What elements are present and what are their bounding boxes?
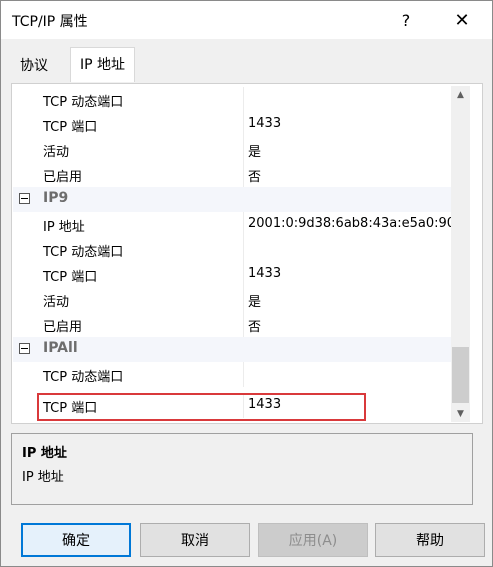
property-name: 已启用: [43, 320, 83, 335]
grid-row[interactable]: IP 地址 2001:0:9d38:6ab8:43a:e5a0:905c:8: [13, 212, 459, 237]
description-title: IP 地址: [22, 446, 67, 461]
grid-row[interactable]: 已启用 否: [13, 312, 459, 337]
close-icon[interactable]: ✕: [442, 5, 482, 35]
help-icon[interactable]: ?: [386, 5, 426, 35]
property-name: TCP 动态端口: [43, 370, 124, 385]
window-title: TCP/IP 属性: [12, 14, 88, 30]
property-grid-panel: TCP 动态端口 TCP 端口 1433 活动 是 已启用 否 IP9 IP 地…: [11, 83, 483, 424]
tab-protocol[interactable]: 协议: [11, 49, 57, 80]
category-row-ip9[interactable]: IP9: [13, 187, 459, 212]
tcpip-properties-dialog: TCP/IP 属性 ? ✕ 协议 IP 地址 TCP 动态端口 TCP 端口 1…: [0, 0, 493, 567]
cancel-button[interactable]: 取消: [140, 523, 250, 557]
column-divider: [243, 287, 244, 312]
scroll-up-icon[interactable]: ▲: [451, 86, 470, 103]
grid-row[interactable]: TCP 端口 1433: [13, 112, 459, 137]
property-name: TCP 动态端口: [43, 95, 124, 110]
tab-strip: 协议 IP 地址: [1, 39, 492, 83]
ok-button[interactable]: 确定: [21, 523, 131, 557]
column-divider: [243, 112, 244, 137]
help-button[interactable]: 帮助: [375, 523, 485, 557]
property-value[interactable]: 2001:0:9d38:6ab8:43a:e5a0:905c:8: [248, 216, 459, 231]
grid-row[interactable]: TCP 动态端口: [13, 237, 459, 262]
category-name: IP9: [43, 190, 69, 206]
column-divider: [243, 212, 244, 237]
grid-row[interactable]: TCP 动态端口: [13, 87, 459, 112]
property-name: TCP 端口: [43, 120, 98, 135]
grid-row[interactable]: 活动 是: [13, 137, 459, 162]
category-name: IPAll: [43, 340, 78, 356]
property-name: 活动: [43, 295, 70, 310]
column-divider: [243, 262, 244, 287]
property-value[interactable]: 否: [248, 166, 261, 185]
grid-row[interactable]: 已启用 否: [13, 162, 459, 187]
property-name: TCP 端口: [43, 270, 98, 285]
property-name: IP 地址: [43, 220, 85, 235]
highlight-box: [37, 393, 366, 421]
property-value[interactable]: 1433: [248, 116, 281, 131]
property-grid: TCP 动态端口 TCP 端口 1433 活动 是 已启用 否 IP9 IP 地…: [13, 87, 459, 421]
collapse-icon[interactable]: [19, 193, 30, 204]
property-name: 已启用: [43, 170, 83, 185]
column-divider: [243, 137, 244, 162]
description-text: IP 地址: [22, 470, 64, 485]
title-bar: TCP/IP 属性 ? ✕: [1, 1, 492, 39]
grid-row[interactable]: TCP 动态端口: [13, 362, 459, 387]
grid-row[interactable]: TCP 端口 1433: [13, 262, 459, 287]
scroll-thumb[interactable]: [452, 347, 469, 403]
property-value[interactable]: 是: [248, 141, 261, 160]
column-divider: [243, 162, 244, 187]
column-divider: [243, 312, 244, 337]
column-divider: [243, 362, 244, 387]
collapse-icon[interactable]: [19, 343, 30, 354]
column-divider: [243, 87, 244, 112]
property-value[interactable]: 1433: [248, 266, 281, 281]
category-row-ipall[interactable]: IPAll: [13, 337, 459, 362]
grid-row[interactable]: 活动 是: [13, 287, 459, 312]
property-name: 活动: [43, 145, 70, 160]
apply-button[interactable]: 应用(A): [258, 523, 368, 557]
scroll-down-icon[interactable]: ▼: [451, 405, 470, 422]
tab-ip-address[interactable]: IP 地址: [70, 47, 136, 82]
property-value[interactable]: 是: [248, 291, 261, 310]
column-divider: [243, 237, 244, 262]
property-value[interactable]: 否: [248, 316, 261, 335]
description-box: IP 地址 IP 地址: [11, 433, 473, 505]
vertical-scrollbar[interactable]: ▲ ▼: [451, 86, 470, 422]
property-name: TCP 动态端口: [43, 245, 124, 260]
